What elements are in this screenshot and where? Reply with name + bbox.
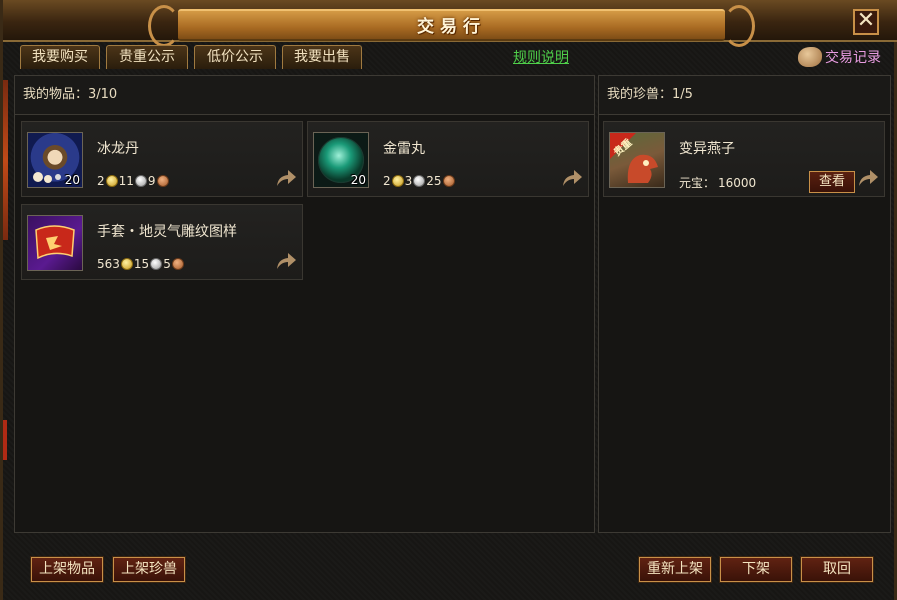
- items-panel: 我的物品：3/10 20 冰龙丹 2 11 9 20 金雷丸 2 3 25 手套…: [14, 75, 595, 533]
- delist-button[interactable]: 下架: [719, 556, 793, 583]
- gold-coin-icon: [391, 175, 404, 187]
- items-list: 20 冰龙丹 2 11 9 20 金雷丸 2 3 25 手套・地灵气雕纹图样 5…: [15, 115, 594, 532]
- copper-amount: 25: [426, 174, 442, 188]
- list-item-button[interactable]: 上架物品: [30, 556, 104, 583]
- tab-low-price-notice[interactable]: 低价公示: [194, 45, 276, 69]
- tab-sell[interactable]: 我要出售: [282, 45, 362, 69]
- share-arrow-icon[interactable]: [560, 168, 584, 188]
- pet-name: 变异燕子: [679, 141, 735, 157]
- pet-price: 元宝： 16000: [679, 174, 756, 191]
- item-count: 20: [64, 173, 80, 187]
- window-title: 交易行: [417, 17, 486, 37]
- tab-buy[interactable]: 我要购买: [20, 45, 100, 69]
- rules-link[interactable]: 规则说明: [513, 47, 569, 67]
- item-count: 20: [350, 173, 366, 187]
- view-pet-button[interactable]: 查看: [809, 171, 855, 193]
- ice-dragon-pill-icon: 20: [27, 132, 83, 188]
- silver-amount: 15: [133, 257, 150, 271]
- silver-coin-icon: [150, 258, 163, 270]
- silver-amount: 3: [404, 174, 413, 188]
- silver-amount: 11: [118, 174, 134, 188]
- mutant-swallow-icon: 贵重: [609, 132, 665, 188]
- share-arrow-icon[interactable]: [274, 168, 298, 188]
- list-pet-button[interactable]: 上架珍兽: [112, 556, 186, 583]
- share-arrow-icon[interactable]: [274, 251, 298, 271]
- left-border-ornament-small: [3, 420, 7, 460]
- gold-amount: 2: [97, 174, 105, 188]
- copper-coin-icon: [442, 175, 455, 187]
- scroll-icon: [798, 47, 822, 67]
- list-item[interactable]: 20 金雷丸 2 3 25: [307, 121, 589, 197]
- retrieve-button[interactable]: 取回: [800, 556, 874, 583]
- list-item[interactable]: 手套・地灵气雕纹图样 563 15 5: [21, 204, 303, 280]
- copper-amount: 5: [163, 257, 171, 271]
- trade-record-label: 交易记录: [825, 50, 881, 66]
- item-price: 2 3 25: [383, 174, 456, 188]
- copper-amount: 9: [147, 174, 156, 188]
- item-name: 手套・地灵气雕纹图样: [97, 224, 237, 240]
- copper-coin-icon: [171, 258, 184, 270]
- item-name: 冰龙丹: [97, 141, 139, 157]
- pet-price-value: 16000: [718, 175, 757, 190]
- trade-record-button[interactable]: 交易记录: [798, 45, 881, 69]
- list-item[interactable]: 20 冰龙丹 2 11 9: [21, 121, 303, 197]
- pets-panel: 我的珍兽：1/5 贵重 变异燕子 元宝： 16000 查看: [598, 75, 891, 533]
- item-price: 2 11 9: [97, 174, 170, 188]
- gold-amount: 563: [97, 257, 120, 271]
- item-name: 金雷丸: [383, 141, 425, 157]
- left-border-ornament: [3, 80, 8, 240]
- silver-coin-icon: [413, 175, 426, 187]
- glove-pattern-scroll-icon: [27, 215, 83, 271]
- share-arrow-icon[interactable]: [856, 168, 880, 188]
- gold-coin-icon: [105, 175, 118, 187]
- close-button[interactable]: ✕: [853, 9, 879, 35]
- relist-button[interactable]: 重新上架: [638, 556, 712, 583]
- list-item[interactable]: 贵重 变异燕子 元宝： 16000 查看: [603, 121, 885, 197]
- item-price: 563 15 5: [97, 257, 185, 271]
- trade-window: 交易行 ✕ 我要购买 贵重公示 低价公示 我要出售 规则说明 交易记录 我的物品…: [0, 0, 897, 600]
- red-scroll-glyph: [35, 225, 75, 260]
- gold-coin-icon: [120, 258, 133, 270]
- copper-coin-icon: [156, 175, 169, 187]
- title-bar: 交易行 ✕: [3, 0, 897, 47]
- items-panel-header: 我的物品：3/10: [15, 76, 594, 115]
- pets-panel-header: 我的珍兽：1/5: [599, 76, 890, 115]
- tab-valuable-notice[interactable]: 贵重公示: [106, 45, 188, 69]
- pets-list: 贵重 变异燕子 元宝： 16000 查看: [599, 115, 890, 532]
- pet-price-label: 元宝：: [679, 176, 716, 190]
- golden-thunder-pill-icon: 20: [313, 132, 369, 188]
- gold-amount: 2: [383, 174, 391, 188]
- silver-coin-icon: [134, 175, 147, 187]
